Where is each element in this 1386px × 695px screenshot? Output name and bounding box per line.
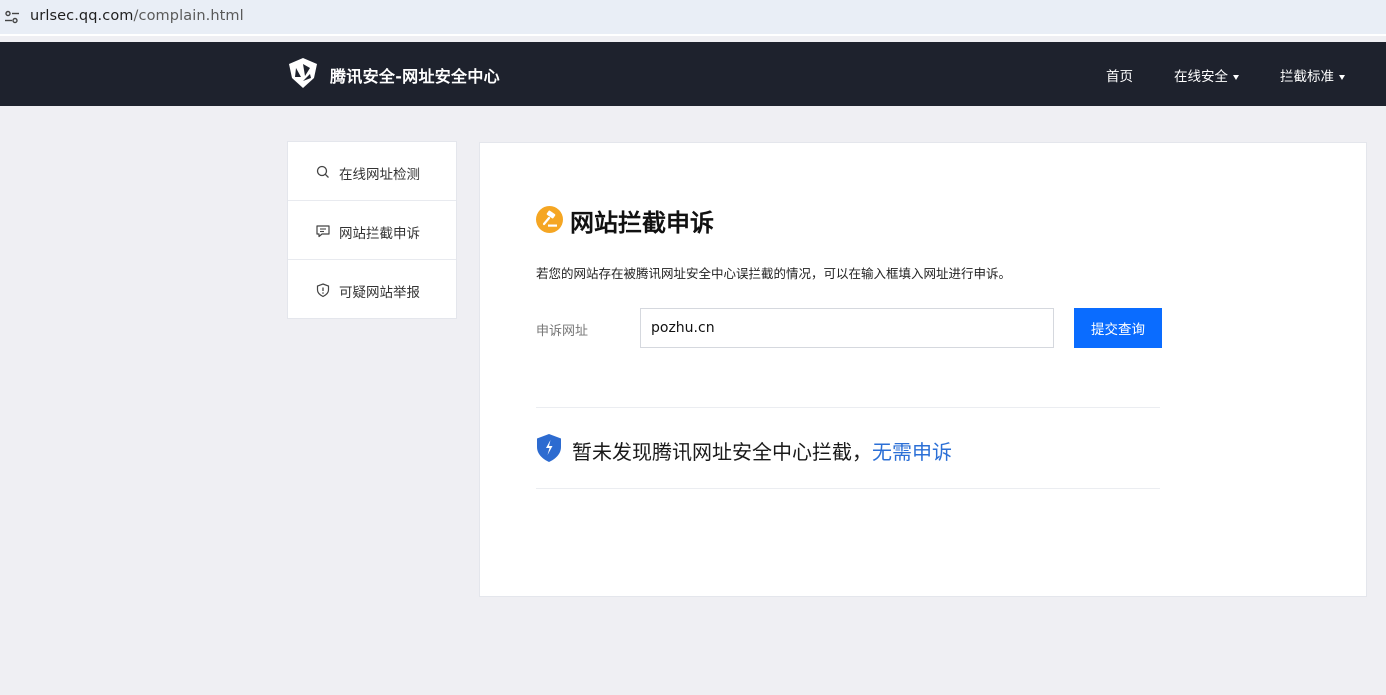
nav-block-standard-label: 拦截标准 bbox=[1280, 69, 1334, 85]
browser-url-bar: urlsec.qq.com/complain.html bbox=[0, 0, 1386, 36]
caret-down-icon bbox=[1233, 74, 1239, 80]
site-settings-icon[interactable] bbox=[4, 9, 20, 25]
sidebar-item-label: 可疑网站举报 bbox=[339, 285, 420, 301]
appeal-url-input[interactable] bbox=[640, 308, 1054, 348]
shield-alert-icon bbox=[316, 283, 330, 298]
result-message: 暂未发现腾讯网址安全中心拦截，无需申诉 bbox=[572, 436, 952, 465]
url-text[interactable]: urlsec.qq.com/complain.html bbox=[30, 8, 244, 24]
sidebar-item-report[interactable]: 可疑网站举报 bbox=[288, 260, 456, 319]
side-menu: 在线网址检测 网站拦截申诉 可疑网站举报 bbox=[287, 141, 457, 319]
submit-query-button[interactable]: 提交查询 bbox=[1074, 308, 1162, 348]
chat-icon bbox=[316, 225, 330, 238]
address-bar[interactable]: urlsec.qq.com/complain.html bbox=[0, 0, 1386, 34]
url-host: urlsec.qq.com bbox=[30, 8, 134, 24]
page-title: 网站拦截申诉 bbox=[570, 209, 714, 237]
divider bbox=[536, 488, 1160, 489]
nav-online-security[interactable]: 在线安全 bbox=[1174, 65, 1239, 85]
top-nav: 腾讯安全-网址安全中心 首页 在线安全 拦截标准 bbox=[0, 42, 1386, 106]
url-field-label: 申诉网址 bbox=[536, 324, 589, 339]
appeal-card: 网站拦截申诉 若您的网站存在被腾讯网址安全中心误拦截的情况，可以在输入框填入网址… bbox=[479, 142, 1367, 597]
brand-title[interactable]: 腾讯安全-网址安全中心 bbox=[330, 63, 500, 87]
caret-down-icon bbox=[1339, 74, 1345, 80]
no-appeal-needed-link[interactable]: 无需申诉 bbox=[872, 440, 952, 464]
nav-home-label: 首页 bbox=[1106, 69, 1133, 85]
sidebar-item-label: 在线网址检测 bbox=[339, 167, 420, 183]
sidebar-item-url-check[interactable]: 在线网址检测 bbox=[288, 142, 456, 201]
result-text: 暂未发现腾讯网址安全中心拦截， bbox=[572, 440, 872, 464]
search-icon bbox=[316, 165, 329, 178]
divider bbox=[536, 407, 1160, 408]
page-description: 若您的网站存在被腾讯网址安全中心误拦截的情况，可以在输入框填入网址进行申诉。 bbox=[536, 266, 1012, 281]
url-path: /complain.html bbox=[133, 8, 244, 24]
nav-block-standard[interactable]: 拦截标准 bbox=[1280, 65, 1345, 85]
sidebar-item-label: 网站拦截申诉 bbox=[339, 226, 420, 242]
nav-home[interactable]: 首页 bbox=[1106, 65, 1133, 85]
sidebar-item-appeal[interactable]: 网站拦截申诉 bbox=[288, 201, 456, 260]
gavel-icon bbox=[536, 206, 563, 233]
nav-online-security-label: 在线安全 bbox=[1174, 69, 1228, 85]
tencent-security-logo-icon[interactable] bbox=[286, 56, 320, 90]
shield-check-icon bbox=[537, 434, 561, 462]
